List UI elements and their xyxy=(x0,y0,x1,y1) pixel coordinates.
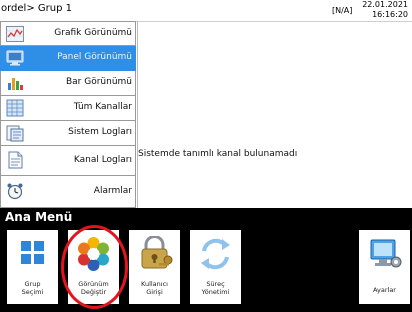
sidebar-item-alarmlar[interactable]: Alarmlar xyxy=(0,176,136,208)
sidebar-item-label: Tüm Kanallar xyxy=(73,102,132,112)
highlight-circle xyxy=(61,225,128,309)
tile-label-line2: Seçimi xyxy=(21,288,44,296)
tile-label: Ayarlar xyxy=(359,286,410,294)
sidebar-item-label: Bar Görünümü xyxy=(65,77,132,87)
bar-chart-icon xyxy=(8,78,23,90)
sidebar-item-grafik-gorunumu[interactable]: Grafik Görünümü xyxy=(0,21,136,46)
sidebar: Grafik Görünümü Panel Görünümü Bar Görün… xyxy=(0,21,137,208)
sidebar-item-label: Kanal Logları xyxy=(73,155,132,165)
sidebar-item-sistem-loglari[interactable]: Sistem Logları xyxy=(0,121,136,146)
group-select-button[interactable]: Grup Seçimi xyxy=(7,230,58,304)
refresh-arrows-icon xyxy=(201,238,230,270)
line-chart-icon xyxy=(6,26,24,42)
sidebar-item-label: Sistem Logları xyxy=(68,127,132,137)
process-management-button[interactable]: Süreç Yönetimi xyxy=(190,230,241,304)
user-login-button[interactable]: Kullanıcı Girişi xyxy=(129,230,180,304)
sidebar-item-kanal-loglari[interactable]: Kanal Logları xyxy=(0,146,136,176)
empty-channels-message: Sistemde tanımlı kanal bulunamadı xyxy=(138,149,298,159)
tile-label-line1: Ayarlar xyxy=(373,286,396,294)
sidebar-item-label: Alarmlar xyxy=(93,186,132,196)
table-grid-icon xyxy=(6,99,24,117)
tile-label: Süreç Yönetimi xyxy=(190,280,241,296)
status-indicator: [N/A] xyxy=(332,6,353,15)
main-content: Sistemde tanımlı kanal bulunamadı xyxy=(137,21,412,208)
main-menu-title: Ana Menü xyxy=(5,210,73,224)
document-icon xyxy=(8,151,23,169)
sidebar-item-panel-gorunumu[interactable]: Panel Görünümü xyxy=(0,46,136,71)
sidebar-item-label: Panel Görünümü xyxy=(57,52,132,62)
lock-keys-icon xyxy=(141,236,173,269)
tile-label-line2: Girişi xyxy=(146,288,163,296)
breadcrumb[interactable]: ordel> Grup 1 xyxy=(1,3,72,14)
monitor-icon xyxy=(6,50,24,66)
top-bar: ordel> Grup 1 [N/A] 22.01.2021 16:16:20 xyxy=(0,0,412,22)
time-text: 16:16:20 xyxy=(372,10,408,19)
settings-button[interactable]: Ayarlar xyxy=(359,230,410,304)
sidebar-item-tum-kanallar[interactable]: Tüm Kanallar xyxy=(0,96,136,121)
tile-label: Kullanıcı Girişi xyxy=(129,280,180,296)
sidebar-item-label: Grafik Görünümü xyxy=(54,28,132,38)
sidebar-item-bar-gorunumu[interactable]: Bar Görünümü xyxy=(0,71,136,96)
tile-label: Grup Seçimi xyxy=(7,280,58,296)
grid-squares-icon xyxy=(21,241,44,264)
datetime: 22.01.2021 16:16:20 xyxy=(362,0,408,20)
tile-label-line1: Grup xyxy=(24,280,41,288)
tile-label-line1: Kullanıcı xyxy=(141,280,168,288)
date-text: 22.01.2021 xyxy=(362,0,408,9)
settings-monitor-icon xyxy=(370,239,402,268)
system-log-icon xyxy=(6,125,24,142)
tile-label-line1: Süreç xyxy=(206,280,225,288)
alarm-clock-icon xyxy=(7,183,23,200)
tile-label-line2: Yönetimi xyxy=(201,288,230,296)
